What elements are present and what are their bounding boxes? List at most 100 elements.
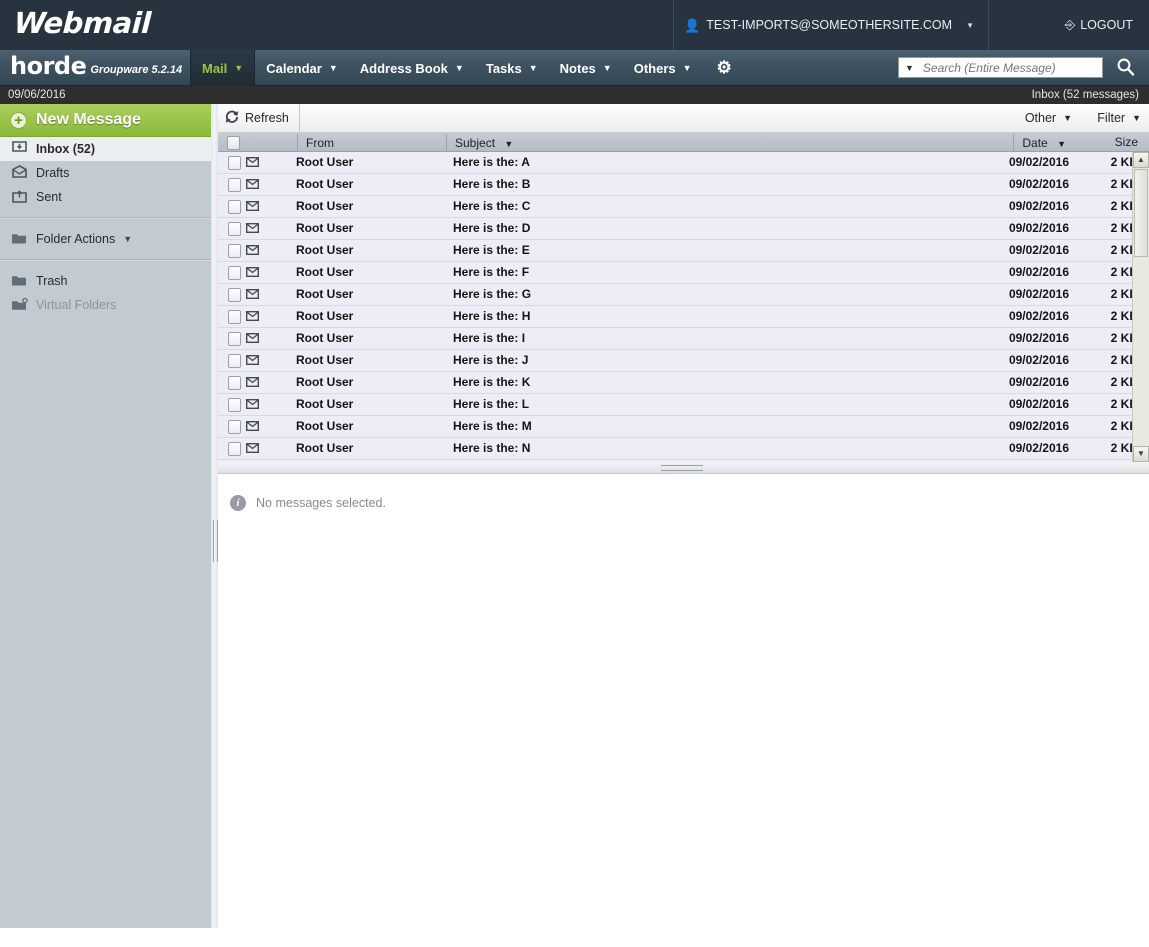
chevron-down-icon[interactable]: ▼: [899, 63, 921, 73]
row-checkbox[interactable]: [228, 420, 241, 434]
sidebar-item-inbox[interactable]: Inbox (52): [0, 137, 211, 161]
row-checkbox[interactable]: [228, 200, 241, 214]
filter-menu-button[interactable]: Filter ▼: [1097, 104, 1141, 132]
row-checkbox[interactable]: [228, 266, 241, 280]
preview-empty-state: i No messages selected.: [230, 495, 386, 511]
column-header-date-label: Date: [1022, 136, 1047, 150]
gear-icon: ⚙: [717, 58, 732, 78]
row-checkbox[interactable]: [228, 288, 241, 302]
search-icon[interactable]: [1116, 57, 1135, 81]
sidebar-item-trash-label: Trash: [36, 274, 68, 288]
message-list[interactable]: Root UserHere is the: A09/02/20162 KBRoo…: [218, 152, 1149, 462]
row-checkbox[interactable]: [228, 354, 241, 368]
scrollbar-thumb[interactable]: [1134, 169, 1148, 257]
sidebar-folder-group-other: Trash Virtual Folders: [0, 269, 211, 317]
table-row[interactable]: Root UserHere is the: A09/02/20162 KB: [218, 152, 1149, 174]
row-checkbox[interactable]: [228, 178, 241, 192]
column-header-size[interactable]: Size: [1115, 135, 1138, 149]
sidebar-item-sent-label: Sent: [36, 190, 62, 204]
table-row[interactable]: Root UserHere is the: D09/02/20162 KB: [218, 218, 1149, 240]
sidebar-item-sent[interactable]: Sent: [0, 185, 211, 209]
table-row[interactable]: Root UserHere is the: H09/02/20162 KB: [218, 306, 1149, 328]
preview-splitter-grip[interactable]: [661, 465, 703, 471]
logout-button[interactable]: ⎆ LOGOUT: [1049, 0, 1149, 50]
table-row[interactable]: Root UserHere is the: I09/02/20162 KB: [218, 328, 1149, 350]
row-subject: Here is the: C: [453, 199, 530, 213]
row-from: Root User: [296, 155, 353, 169]
virtual-folder-icon: [10, 298, 28, 313]
search-input[interactable]: [921, 60, 1102, 76]
sidebar-item-trash[interactable]: Trash: [0, 269, 211, 293]
drafts-icon: [10, 165, 28, 181]
tab-mail[interactable]: Mail ▼: [190, 50, 255, 86]
sidebar-item-drafts[interactable]: Drafts: [0, 161, 211, 185]
table-row[interactable]: Root UserHere is the: J09/02/20162 KB: [218, 350, 1149, 372]
envelope-icon: [246, 242, 259, 260]
row-checkbox[interactable]: [228, 376, 241, 390]
horde-logo[interactable]: horde Groupware 5.2.14: [10, 52, 182, 80]
sidebar-splitter[interactable]: [211, 104, 218, 928]
table-row[interactable]: Root UserHere is the: F09/02/20162 KB: [218, 262, 1149, 284]
row-from: Root User: [296, 353, 353, 367]
row-date: 09/02/2016: [1009, 375, 1069, 389]
sidebar-item-virtual-folders[interactable]: Virtual Folders: [0, 293, 211, 317]
table-row[interactable]: Root UserHere is the: M09/02/20162 KB: [218, 416, 1149, 438]
row-from: Root User: [296, 265, 353, 279]
tab-calendar[interactable]: Calendar ▼: [255, 50, 349, 86]
sidebar: + New Message Inbox (52) Drafts: [0, 104, 211, 928]
row-from: Root User: [296, 199, 353, 213]
envelope-icon: [246, 418, 259, 436]
scroll-up-button[interactable]: ▲: [1133, 152, 1149, 168]
row-checkbox[interactable]: [228, 222, 241, 236]
table-row[interactable]: Root UserHere is the: K09/02/20162 KB: [218, 372, 1149, 394]
row-checkbox[interactable]: [228, 244, 241, 258]
table-row[interactable]: Root UserHere is the: L09/02/20162 KB: [218, 394, 1149, 416]
column-header-size-label: Size: [1115, 135, 1138, 149]
preview-splitter[interactable]: [218, 462, 1149, 474]
row-subject: Here is the: F: [453, 265, 529, 279]
row-checkbox[interactable]: [228, 442, 241, 456]
row-checkbox[interactable]: [228, 156, 241, 170]
account-menu[interactable]: 👤 TEST-IMPORTS@SOMEOTHERSITE.COM ▼: [673, 0, 989, 50]
row-subject: Here is the: L: [453, 397, 529, 411]
tab-notes-label: Notes: [560, 61, 596, 76]
new-message-button[interactable]: + New Message: [0, 104, 211, 137]
tab-tasks-label: Tasks: [486, 61, 522, 76]
row-from: Root User: [296, 441, 353, 455]
column-header-date[interactable]: Date ▼: [1013, 134, 1066, 151]
row-subject: Here is the: J: [453, 353, 528, 367]
tab-calendar-label: Calendar: [266, 61, 322, 76]
settings-button[interactable]: ⚙: [703, 50, 746, 86]
row-checkbox[interactable]: [228, 332, 241, 346]
message-list-column-headers: From Subject ▼ Date ▼ Size: [218, 133, 1149, 152]
sent-icon: [10, 189, 28, 205]
preview-empty-label: No messages selected.: [256, 496, 386, 510]
message-list-scrollbar[interactable]: ▲▼: [1132, 152, 1149, 462]
tab-others-label: Others: [634, 61, 676, 76]
chevron-down-icon: ▼: [1063, 113, 1072, 123]
refresh-button[interactable]: Refresh: [225, 104, 300, 132]
row-subject: Here is the: K: [453, 375, 530, 389]
table-row[interactable]: Root UserHere is the: G09/02/20162 KB: [218, 284, 1149, 306]
tab-notes[interactable]: Notes ▼: [549, 50, 623, 86]
webmail-logo: Webmail: [13, 6, 152, 40]
table-row[interactable]: Root UserHere is the: N09/02/20162 KB: [218, 438, 1149, 460]
column-header-from[interactable]: From: [297, 134, 334, 151]
row-checkbox[interactable]: [228, 398, 241, 412]
other-menu-button[interactable]: Other ▼: [1025, 104, 1072, 132]
tab-others[interactable]: Others ▼: [623, 50, 703, 86]
row-subject: Here is the: E: [453, 243, 530, 257]
envelope-icon: [246, 396, 259, 414]
scroll-down-button[interactable]: ▼: [1133, 446, 1149, 462]
new-message-label: New Message: [36, 111, 141, 129]
row-checkbox[interactable]: [228, 310, 241, 324]
sidebar-item-folder-actions[interactable]: Folder Actions ▼: [0, 227, 211, 251]
table-row[interactable]: Root UserHere is the: C09/02/20162 KB: [218, 196, 1149, 218]
table-row[interactable]: Root UserHere is the: B09/02/20162 KB: [218, 174, 1149, 196]
select-all-checkbox[interactable]: [227, 136, 240, 150]
tab-tasks[interactable]: Tasks ▼: [475, 50, 549, 86]
table-row[interactable]: Root UserHere is the: E09/02/20162 KB: [218, 240, 1149, 262]
search-box[interactable]: ▼: [898, 57, 1103, 78]
tab-address-book[interactable]: Address Book ▼: [349, 50, 475, 86]
column-header-subject[interactable]: Subject ▼: [446, 134, 513, 151]
